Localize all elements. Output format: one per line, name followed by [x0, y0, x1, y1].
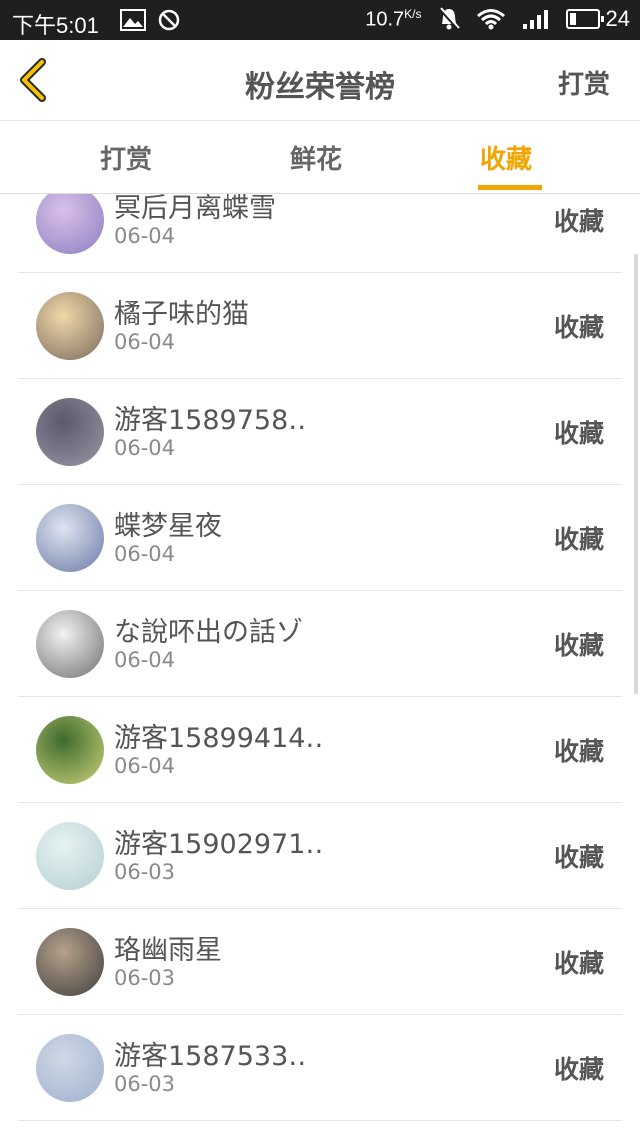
- battery-level: 24: [605, 6, 630, 31]
- action-date: 06-03: [114, 966, 176, 990]
- tab-flowers[interactable]: 鲜花: [290, 139, 342, 176]
- avatar: [36, 822, 104, 890]
- list-item[interactable]: 橘子味的猫 06-04 收藏: [18, 272, 622, 379]
- action-label: 收藏: [553, 949, 604, 978]
- action-date: 06-04: [114, 224, 176, 248]
- tab-favorites[interactable]: 收藏: [480, 139, 532, 176]
- app-header: 粉丝荣誉榜 打赏: [0, 40, 640, 121]
- action-label: 收藏: [553, 419, 604, 448]
- user-name: 游客1589758‥: [114, 405, 307, 436]
- signal-icon: [522, 10, 548, 29]
- status-bar: 下午5:01 10.7K/s 24: [0, 0, 640, 40]
- avatar: [36, 194, 104, 254]
- avatar: [36, 292, 104, 360]
- action-date: 06-03: [114, 1072, 176, 1096]
- user-name: な說吥出の話ゾ: [114, 617, 303, 648]
- user-name: 蝶梦星夜: [114, 511, 222, 542]
- scrollbar[interactable]: [634, 254, 638, 694]
- action-label: 收藏: [553, 1055, 604, 1084]
- list-item[interactable]: 游客15902971‥ 06-03 收藏: [18, 802, 622, 909]
- tab-bar: 打赏 鲜花 收藏: [0, 121, 640, 194]
- list-item[interactable]: 蝶梦星夜 06-04 收藏: [18, 484, 622, 591]
- reward-button[interactable]: 打赏: [558, 64, 610, 101]
- action-label: 收藏: [553, 843, 604, 872]
- avatar: [36, 928, 104, 996]
- list-item[interactable]: 游客1587533‥ 06-03 收藏: [18, 1014, 622, 1121]
- action-date: 06-04: [114, 542, 176, 566]
- avatar: [36, 398, 104, 466]
- action-date: 06-04: [114, 754, 176, 778]
- list-item[interactable]: 冥后月离蝶雪 06-04 收藏: [18, 194, 622, 273]
- list-item[interactable]: 游客15899414‥ 06-04 收藏: [18, 696, 622, 803]
- avatar: [36, 716, 104, 784]
- user-name: 冥后月离蝶雪: [114, 194, 276, 224]
- action-date: 06-04: [114, 436, 176, 460]
- avatar: [36, 610, 104, 678]
- user-name: 橘子味的猫: [114, 299, 249, 330]
- user-name: 游客15899414‥: [114, 723, 324, 754]
- mute-bell-icon: [438, 7, 460, 31]
- page-title: 粉丝荣誉榜: [245, 70, 395, 105]
- action-date: 06-03: [114, 860, 176, 884]
- action-date: 06-04: [114, 648, 176, 672]
- action-label: 收藏: [553, 313, 604, 342]
- list-item[interactable]: 珞幽雨星 06-03 收藏: [18, 908, 622, 1015]
- action-label: 收藏: [553, 207, 604, 236]
- status-right: 10.7K/s 24: [365, 6, 630, 32]
- fan-list[interactable]: 冥后月离蝶雪 06-04 收藏 橘子味的猫 06-04 收藏 游客1589758…: [0, 194, 640, 1138]
- action-label: 收藏: [553, 631, 604, 660]
- list-item[interactable]: 游客1589758‥ 06-04 收藏: [18, 378, 622, 485]
- status-left-icons: [120, 9, 180, 31]
- battery-icon: [565, 9, 604, 29]
- action-label: 收藏: [553, 737, 604, 766]
- user-name: 游客15902971‥: [114, 829, 324, 860]
- tab-reward[interactable]: 打赏: [100, 139, 152, 176]
- user-name: 游客1587533‥: [114, 1041, 307, 1072]
- action-label: 收藏: [553, 525, 604, 554]
- list-item[interactable]: な說吥出の話ゾ 06-04 收藏: [18, 590, 622, 697]
- status-time: 下午5:01: [12, 13, 99, 38]
- avatar: [36, 504, 104, 572]
- blocked-icon: [158, 9, 180, 31]
- wifi-icon: [476, 9, 505, 30]
- tab-active-indicator: [478, 185, 542, 190]
- image-icon: [120, 9, 146, 31]
- avatar: [36, 1034, 104, 1102]
- action-date: 06-04: [114, 330, 176, 354]
- user-name: 珞幽雨星: [114, 935, 222, 966]
- battery: 24: [565, 6, 630, 32]
- network-speed: 10.7K/s: [365, 6, 422, 31]
